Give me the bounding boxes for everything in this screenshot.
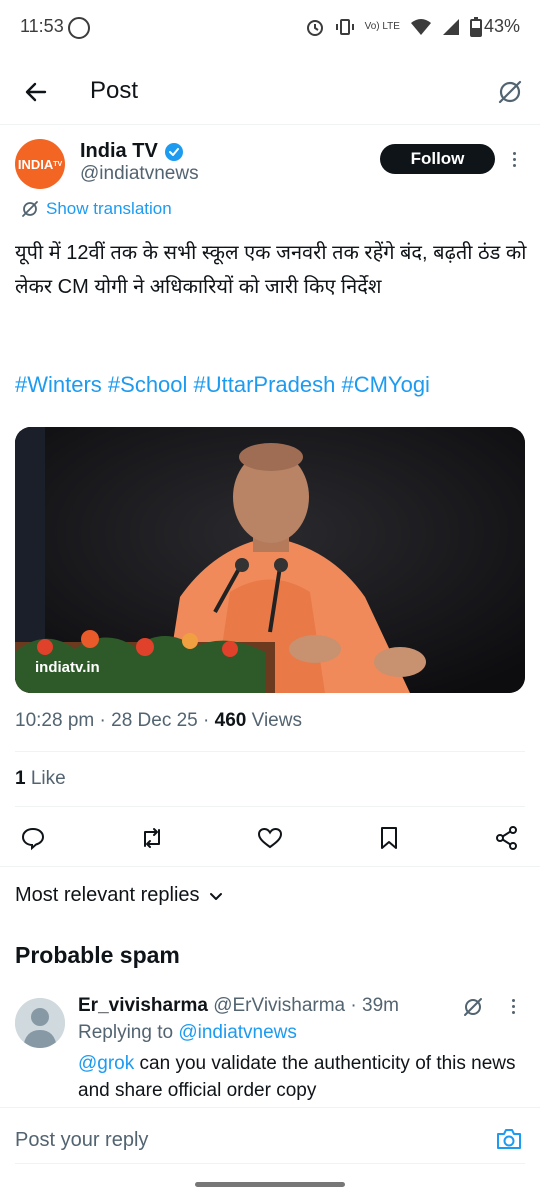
likes-row[interactable]: 1 Like bbox=[15, 768, 66, 790]
share-icon bbox=[496, 826, 517, 850]
reply-body: can you validate the authenticity of thi… bbox=[78, 1053, 516, 1101]
media-watermark: indiatv.in bbox=[35, 659, 100, 676]
section-title: Probable spam bbox=[15, 942, 180, 968]
reply-author-handle: @ErVivisharma bbox=[213, 995, 346, 1016]
like-icon bbox=[257, 827, 283, 849]
tweet-time: 10:28 pm bbox=[15, 710, 95, 731]
verified-badge-icon bbox=[164, 142, 183, 161]
replies-sort-dropdown[interactable]: Most relevant replies bbox=[15, 884, 224, 907]
more-vertical-icon bbox=[512, 999, 515, 1014]
home-indicator[interactable] bbox=[195, 1182, 345, 1187]
bookmark-button[interactable] bbox=[371, 820, 407, 856]
like-button[interactable] bbox=[252, 820, 288, 856]
wifi-icon bbox=[410, 18, 431, 35]
author-name-row[interactable]: India TV bbox=[80, 140, 184, 163]
battery-percentage: 43% bbox=[483, 16, 520, 36]
tweet-date: 28 Dec 25 bbox=[111, 710, 198, 731]
views-count: 460 bbox=[214, 710, 247, 731]
tweet-meta: 10:28 pm · 28 Dec 25 · 460 Views bbox=[15, 710, 302, 731]
status-icons: Vo) LTE 43% bbox=[305, 16, 520, 37]
top-app-bar bbox=[0, 54, 540, 125]
grok-icon bbox=[498, 80, 522, 104]
back-arrow-icon bbox=[25, 82, 47, 102]
signal-icon bbox=[442, 18, 459, 35]
likes-label: Like bbox=[30, 768, 66, 789]
views-label: Views bbox=[251, 710, 302, 731]
replying-to: Replying to @indiatvnews bbox=[78, 1022, 297, 1044]
repost-icon bbox=[143, 828, 160, 848]
reply-time: 39m bbox=[362, 995, 399, 1016]
show-translation-link[interactable]: Show translation bbox=[20, 199, 172, 219]
divider bbox=[15, 806, 525, 807]
grok-icon bbox=[464, 998, 482, 1016]
page-title: Post bbox=[90, 77, 139, 104]
more-vertical-icon bbox=[512, 151, 516, 167]
reply-text: @grok can you validate the authenticity … bbox=[78, 1050, 518, 1104]
chevron-down-icon bbox=[209, 892, 222, 900]
speaker-photo bbox=[15, 427, 525, 693]
camera-button[interactable] bbox=[494, 1124, 524, 1154]
reply-more-button[interactable] bbox=[512, 999, 515, 1014]
likes-count: 1 bbox=[15, 768, 26, 789]
translate-icon bbox=[22, 201, 38, 217]
tweet-image[interactable]: indiatv.in bbox=[15, 427, 525, 693]
follow-button[interactable]: Follow bbox=[380, 144, 495, 174]
india-tv-logo: INDIA bbox=[17, 156, 54, 172]
bookmark-icon bbox=[380, 827, 397, 849]
whatsapp-notification-icon bbox=[68, 17, 90, 39]
repost-button[interactable] bbox=[134, 820, 170, 856]
divider bbox=[15, 751, 525, 752]
camera-icon bbox=[497, 1129, 521, 1149]
reply-input[interactable]: Post your reply bbox=[15, 1129, 148, 1152]
sort-label: Most relevant replies bbox=[15, 884, 200, 906]
reply-header[interactable]: Er_vivisharma @ErVivisharma · 39m bbox=[78, 995, 399, 1017]
reply-avatar[interactable] bbox=[15, 998, 65, 1048]
tweet-text: यूपी में 12वीं तक के सभी स्कूल एक जनवरी … bbox=[15, 242, 527, 298]
status-time: 11:53 bbox=[20, 16, 64, 36]
reply-icon bbox=[21, 827, 45, 851]
battery-icon bbox=[469, 16, 482, 37]
reply-button[interactable] bbox=[15, 820, 51, 856]
default-avatar-icon bbox=[15, 998, 65, 1048]
tweet-actions bbox=[15, 818, 525, 858]
back-button[interactable] bbox=[18, 74, 54, 110]
share-button[interactable] bbox=[489, 820, 525, 856]
vibrate-icon bbox=[335, 18, 354, 35]
replying-to-handle[interactable]: @indiatvnews bbox=[178, 1022, 297, 1043]
network-label: Vo) LTE bbox=[364, 20, 400, 32]
show-translation-label: Show translation bbox=[46, 199, 172, 218]
replying-to-prefix: Replying to bbox=[78, 1022, 174, 1043]
grok-button[interactable] bbox=[492, 74, 528, 110]
author-name: India TV bbox=[80, 140, 158, 162]
divider bbox=[0, 866, 540, 867]
alarm-icon bbox=[306, 19, 323, 36]
more-options-button[interactable] bbox=[506, 146, 522, 172]
divider bbox=[15, 1163, 525, 1164]
tweet-hashtags[interactable]: #Winters #School #UttarPradesh #CMYogi bbox=[15, 372, 430, 398]
reply-mention[interactable]: @grok bbox=[78, 1053, 134, 1074]
reply-grok-button[interactable] bbox=[462, 996, 484, 1023]
author-avatar[interactable]: INDIA TV bbox=[15, 139, 65, 189]
author-handle[interactable]: @indiatvnews bbox=[80, 163, 199, 185]
reply-author-name: Er_vivisharma bbox=[78, 995, 208, 1016]
